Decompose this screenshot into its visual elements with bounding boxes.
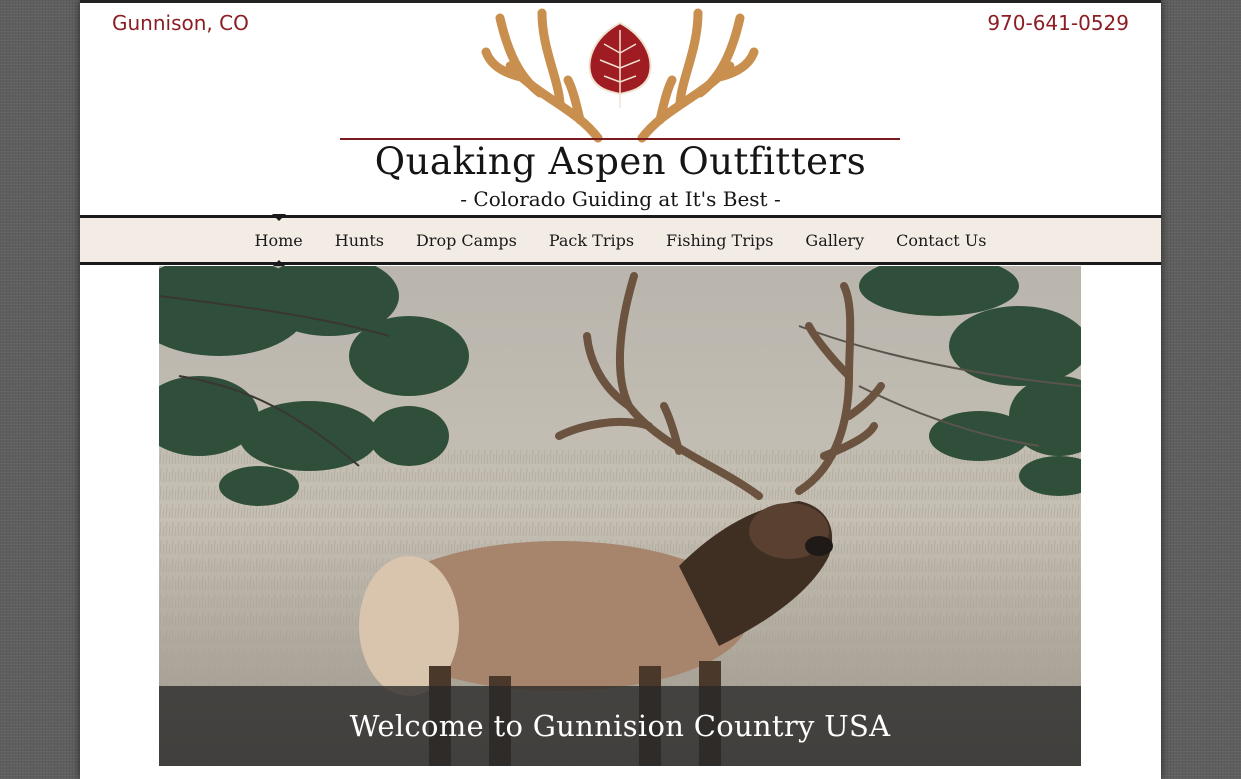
phone-number[interactable]: 970-641-0529 <box>987 11 1129 35</box>
nav-item-fishing-trips[interactable]: Fishing Trips <box>650 231 789 250</box>
antler-aspen-leaf-logo[interactable] <box>480 8 760 143</box>
nav-item-home[interactable]: Home <box>239 213 319 267</box>
hero-caption: Welcome to Gunnision Country USA <box>349 709 891 743</box>
main-navigation: Home Hunts Drop Camps Pack Trips Fishing… <box>80 213 1161 267</box>
hero-slider[interactable]: Welcome to Gunnision Country USA <box>159 266 1081 766</box>
site-title[interactable]: Quaking Aspen Outfitters <box>80 140 1161 183</box>
site-header: Gunnison, CO 970-641-0529 Quaking Aspen … <box>80 0 1161 215</box>
nav-item-pack-trips[interactable]: Pack Trips <box>533 231 650 250</box>
nav-item-hunts[interactable]: Hunts <box>319 231 400 250</box>
site-tagline: - Colorado Guiding at It's Best - <box>460 187 781 211</box>
page-container: Gunnison, CO 970-641-0529 Quaking Aspen … <box>80 0 1161 779</box>
nav-item-gallery[interactable]: Gallery <box>789 231 880 250</box>
hero-caption-bar: Welcome to Gunnision Country USA <box>159 686 1081 766</box>
location-text: Gunnison, CO <box>112 11 249 35</box>
nav-item-contact-us[interactable]: Contact Us <box>880 231 1002 250</box>
nav-item-drop-camps[interactable]: Drop Camps <box>400 231 533 250</box>
